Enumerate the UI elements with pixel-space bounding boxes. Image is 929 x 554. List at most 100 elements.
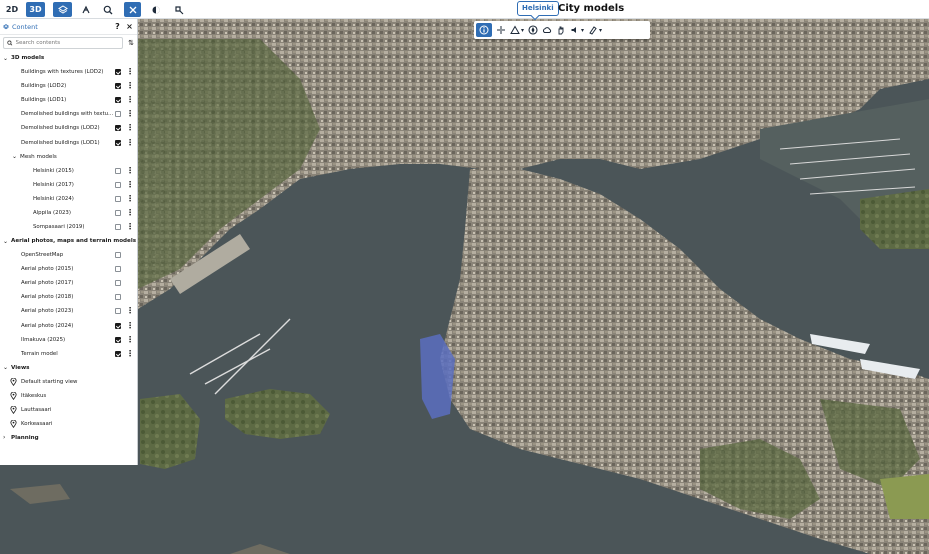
layer-item[interactable]: Buildings (LOD1) ⋮ (0, 93, 137, 107)
layer-checkbox[interactable] (115, 223, 121, 230)
sound-tool[interactable]: ▾ (570, 23, 584, 37)
layer-checkbox[interactable] (115, 97, 121, 104)
split-tool[interactable] (496, 23, 506, 37)
help-icon[interactable]: ? (113, 22, 122, 31)
layer-item[interactable]: Helsinki (2015) ⋮ (0, 164, 137, 178)
layer-item[interactable]: Buildings with textures (LOD2) ⋮ (0, 65, 137, 79)
layer-checkbox[interactable] (115, 83, 121, 90)
tools-button[interactable] (124, 2, 141, 17)
section-3d-models[interactable]: ⌄ 3D models (0, 51, 137, 65)
layer-item[interactable]: OpenStreetMap⋮ (0, 248, 137, 262)
cloud-upload-icon (542, 27, 552, 33)
layer-checkbox[interactable] (115, 69, 121, 76)
layer-checkbox[interactable] (115, 336, 121, 343)
draw-tool[interactable]: ▾ (510, 23, 524, 37)
close-icon[interactable]: × (125, 22, 134, 31)
location-pin-icon (10, 419, 17, 428)
map-3d-viewport[interactable] (0, 19, 929, 554)
layer-label: Buildings (LOD1) (21, 97, 67, 104)
measure-icon (82, 5, 90, 13)
layer-checkbox[interactable] (115, 195, 121, 202)
mesh-list: Helsinki (2015) ⋮ Helsinki (2017) ⋮ Helsinki… (0, 164, 137, 234)
view-item[interactable]: Korkeasaari (0, 417, 137, 431)
section-aerial[interactable]: ⌄ Aerial photos, maps and terrain models (0, 234, 137, 248)
layer-checkbox[interactable] (115, 167, 121, 174)
layer-label: OpenStreetMap (21, 252, 64, 259)
layer-checkbox[interactable] (115, 350, 121, 357)
layer-checkbox[interactable] (115, 139, 121, 146)
chevron-right-icon: › (3, 434, 6, 442)
search-area-button[interactable] (100, 2, 116, 17)
layer-item[interactable]: Helsinki (2017) ⋮ (0, 178, 137, 192)
cloud-tool[interactable] (542, 23, 552, 37)
layer-item[interactable]: Alppila (2023) ⋮ (0, 206, 137, 220)
layer-item[interactable]: Buildings (LOD2) ⋮ (0, 79, 137, 93)
view-3d-button[interactable]: 3D (26, 2, 45, 17)
more-options-icon[interactable]: ⋮ (126, 96, 134, 104)
layer-item[interactable]: Sompasaari (2019) ⋮ (0, 220, 137, 234)
layer-checkbox[interactable] (115, 252, 121, 259)
view-label: Lauttasaari (21, 406, 52, 413)
layer-item[interactable]: Aerial photo (2018)⋮ (0, 290, 137, 304)
layer-checkbox[interactable] (115, 308, 121, 315)
app-title: City models (558, 3, 625, 14)
more-options-icon[interactable]: ⋮ (126, 194, 134, 202)
chevron-down-icon: ⌄ (12, 153, 18, 161)
layer-item[interactable]: Aerial photo (2023) ⋮ (0, 304, 137, 318)
more-options-icon[interactable]: ⋮ (126, 180, 134, 188)
more-options-icon[interactable]: ⋮ (126, 166, 134, 174)
layer-item[interactable]: Aerial photo (2024) ⋮ (0, 319, 137, 333)
layer-item[interactable]: Demolished buildings with textures... ⋮ (0, 107, 137, 121)
layer-item[interactable]: Demolished buildings (LOD2) ⋮ (0, 121, 137, 135)
layer-item[interactable]: Helsinki (2024) ⋮ (0, 192, 137, 206)
layer-checkbox[interactable] (115, 266, 121, 273)
more-options-icon[interactable]: ⋮ (126, 307, 134, 315)
sort-icon[interactable]: ⇅ (128, 39, 134, 47)
export-icon (175, 5, 184, 14)
layer-checkbox[interactable] (115, 209, 121, 216)
hand-tool[interactable] (556, 23, 566, 37)
more-options-icon[interactable]: ⋮ (126, 138, 134, 146)
layer-item[interactable]: Aerial photo (2015)⋮ (0, 262, 137, 276)
speaker-icon (571, 27, 577, 33)
shadow-button[interactable] (148, 2, 164, 17)
section-mesh-models[interactable]: ⌄ Mesh models (0, 150, 137, 164)
export-button[interactable] (171, 2, 187, 17)
layer-checkbox[interactable] (115, 181, 121, 188)
layers-button[interactable] (53, 2, 72, 17)
more-options-icon[interactable]: ⋮ (126, 82, 134, 90)
search-input[interactable] (15, 40, 120, 46)
layer-checkbox[interactable] (115, 280, 121, 287)
section-planning[interactable]: › Planning (0, 431, 137, 445)
section-views[interactable]: ⌄ Views (0, 361, 137, 375)
layer-checkbox[interactable] (115, 322, 121, 329)
more-options-icon[interactable]: ⋮ (126, 124, 134, 132)
more-options-icon[interactable]: ⋮ (126, 110, 134, 118)
view-item[interactable]: Itäkeskus (0, 389, 137, 403)
annotate-tool[interactable]: ▾ (588, 23, 602, 37)
info-tool[interactable] (476, 23, 492, 37)
view-item[interactable]: Default starting view (0, 375, 137, 389)
layer-item[interactable]: Aerial photo (2017)⋮ (0, 276, 137, 290)
more-options-icon[interactable]: ⋮ (126, 349, 134, 357)
view-2d-button[interactable]: 2D (4, 2, 20, 17)
layer-label: Demolished buildings (LOD2) (21, 125, 100, 132)
view-item[interactable]: Lauttasaari (0, 403, 137, 417)
chevron-down-icon: ⌄ (3, 237, 9, 245)
more-options-icon[interactable]: ⋮ (126, 335, 134, 343)
layer-item[interactable]: Demolished buildings (LOD1) ⋮ (0, 135, 137, 149)
top-toolbar: 2D 3D Helsinki City models (0, 0, 929, 19)
more-options-icon[interactable]: ⋮ (126, 208, 134, 216)
map-scene (0, 19, 929, 554)
more-options-icon[interactable]: ⋮ (126, 222, 134, 230)
more-options-icon[interactable]: ⋮ (126, 321, 134, 329)
layer-checkbox[interactable] (115, 125, 121, 132)
layer-item[interactable]: Ilmakuva (2025) ⋮ (0, 333, 137, 347)
measure-button[interactable] (78, 2, 94, 17)
layer-checkbox[interactable] (115, 294, 121, 301)
layer-item[interactable]: Terrain model ⋮ (0, 347, 137, 361)
layer-checkbox[interactable] (115, 111, 121, 118)
chevron-down-icon: ⌄ (3, 54, 9, 62)
compass-tool[interactable] (528, 23, 538, 37)
more-options-icon[interactable]: ⋮ (126, 68, 134, 76)
